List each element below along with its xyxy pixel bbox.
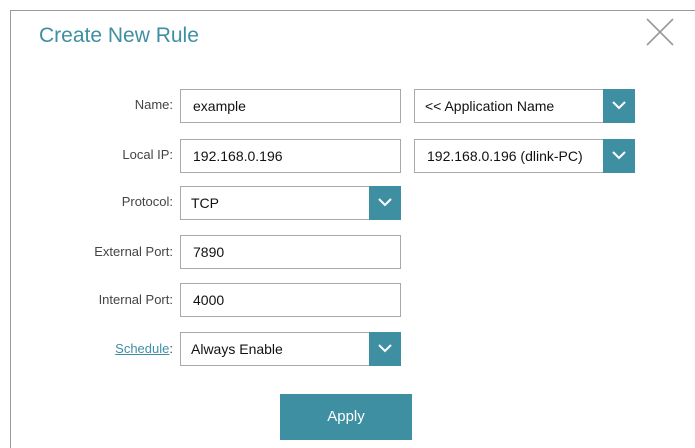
schedule-select[interactable]: Always Enable — [180, 332, 401, 366]
external-port-input[interactable]: 7890 — [180, 235, 401, 269]
chevron-down-icon[interactable] — [603, 139, 635, 173]
create-rule-dialog — [10, 10, 695, 448]
schedule-value: Always Enable — [191, 341, 283, 357]
apply-button[interactable]: Apply — [280, 394, 412, 440]
chevron-down-icon[interactable] — [603, 89, 635, 123]
application-name-value: << Application Name — [425, 98, 555, 114]
protocol-select[interactable]: TCP — [180, 186, 401, 220]
name-label: Name: — [134, 97, 173, 112]
chevron-down-icon[interactable] — [369, 332, 401, 366]
external-port-label: External Port: — [94, 244, 173, 259]
internal-port-input[interactable]: 4000 — [180, 283, 401, 317]
close-icon[interactable] — [643, 13, 683, 53]
schedule-label: Schedule: — [10, 341, 173, 357]
internal-port-label: Internal Port: — [98, 292, 173, 307]
schedule-link[interactable]: Schedule — [115, 341, 169, 356]
protocol-label: Protocol: — [121, 194, 173, 209]
local-ip-select-value: 192.168.0.196 (dlink-PC) — [427, 148, 583, 164]
local-ip-label: Local IP: — [122, 147, 173, 162]
application-name-select[interactable]: << Application Name — [414, 89, 635, 123]
schedule-label-colon: : — [169, 341, 173, 356]
name-input[interactable]: example — [180, 89, 401, 123]
local-ip-select[interactable]: 192.168.0.196 (dlink-PC) — [414, 139, 635, 173]
dialog-title: Create New Rule — [39, 24, 199, 47]
local-ip-input[interactable]: 192.168.0.196 — [180, 139, 401, 173]
protocol-value: TCP — [191, 195, 219, 211]
chevron-down-icon[interactable] — [369, 186, 401, 220]
